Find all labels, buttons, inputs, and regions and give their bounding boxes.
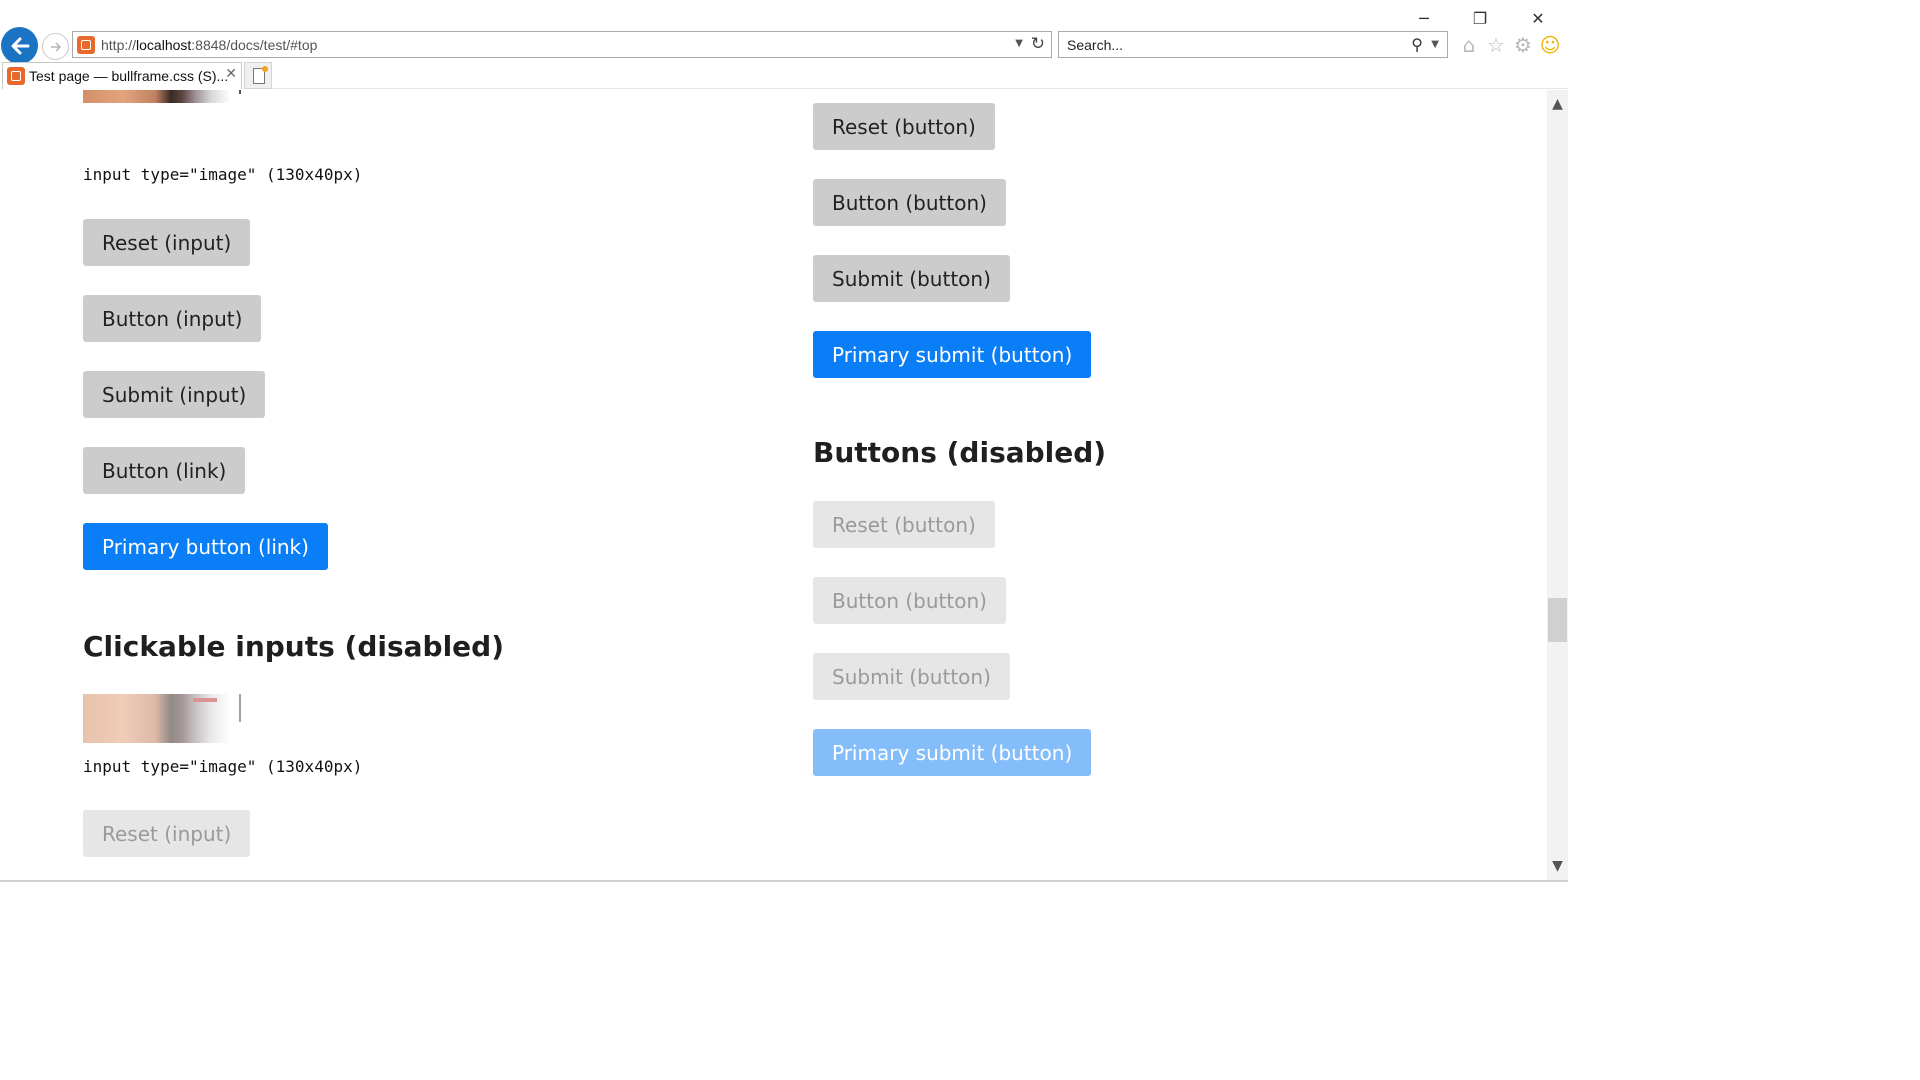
window-bottom-border <box>0 880 1568 882</box>
buttons-disabled-heading: Buttons (disabled) <box>813 436 1107 469</box>
close-window-button[interactable]: ✕ <box>1518 6 1558 30</box>
page-viewport: input type="image" (130x40px) Reset (inp… <box>0 90 1547 880</box>
button-link[interactable]: Button (link) <box>83 447 246 494</box>
new-tab-button[interactable] <box>244 62 272 89</box>
url-text[interactable]: http://localhost:8848/docs/test/#top <box>101 37 317 53</box>
scroll-up-icon[interactable]: ▲ <box>1547 94 1568 114</box>
tab-test-page[interactable]: Test page — bullframe.css (S)... ✕ <box>2 62 242 89</box>
search-dropdown-icon[interactable]: ▼ <box>1431 39 1439 50</box>
submit-input-button[interactable]: Submit (input) <box>83 371 266 418</box>
scroll-down-icon[interactable]: ▼ <box>1547 856 1568 876</box>
new-tab-icon <box>253 66 268 84</box>
url-host: localhost <box>136 37 192 53</box>
reset-button[interactable]: Reset (button) <box>813 103 995 150</box>
button-button[interactable]: Button (button) <box>813 179 1006 226</box>
primary-submit-button[interactable]: Primary submit (button) <box>813 331 1092 378</box>
forward-arrow-icon <box>50 41 61 52</box>
tab-favicon-icon <box>7 67 25 85</box>
button-button-disabled: Button (button) <box>813 577 1006 624</box>
tab-title: Test page — bullframe.css (S)... <box>29 68 229 84</box>
star-icon[interactable]: ☆ <box>1485 33 1507 57</box>
vertical-scrollbar[interactable]: ▲ ▼ <box>1547 90 1568 880</box>
forward-button[interactable] <box>42 33 69 60</box>
image-input-disabled <box>83 694 243 743</box>
restore-button[interactable]: ❐ <box>1460 6 1500 30</box>
image-input-label: input type="image" (130x40px) <box>83 165 363 184</box>
reset-button-disabled: Reset (button) <box>813 501 995 548</box>
submit-button[interactable]: Submit (button) <box>813 255 1010 302</box>
reset-input-button[interactable]: Reset (input) <box>83 219 251 266</box>
minimize-button[interactable]: ─ <box>1404 6 1444 30</box>
image-edge <box>239 694 241 722</box>
submit-button-disabled: Submit (button) <box>813 653 1010 700</box>
url-rest: :8848/docs/test/#top <box>191 37 318 53</box>
home-icon[interactable]: ⌂ <box>1458 33 1480 57</box>
gear-icon[interactable]: ⚙ <box>1512 33 1534 57</box>
back-arrow-icon <box>11 37 29 54</box>
tab-close-icon[interactable]: ✕ <box>225 66 237 82</box>
site-favicon-icon <box>77 36 95 54</box>
url-prefix: http:// <box>101 37 137 53</box>
clickable-inputs-disabled-heading: Clickable inputs (disabled) <box>83 630 505 663</box>
reset-input-disabled-button: Reset (input) <box>83 810 251 857</box>
image-input[interactable] <box>83 90 243 103</box>
browser-chrome: ─ ❐ ✕ http://localhost:8848/docs/test/#t… <box>0 0 1568 90</box>
search-box[interactable]: ⚲ ▼ <box>1058 31 1448 58</box>
address-bar[interactable]: http://localhost:8848/docs/test/#top ▼ ↻ <box>72 31 1052 58</box>
button-input-button[interactable]: Button (input) <box>83 295 262 342</box>
tab-row: Test page — bullframe.css (S)... ✕ <box>0 62 1568 90</box>
scroll-thumb[interactable] <box>1548 598 1567 642</box>
search-icon[interactable]: ⚲ <box>1411 35 1423 54</box>
address-dropdown-icon[interactable]: ▼ <box>1015 38 1023 49</box>
back-button[interactable] <box>1 27 38 64</box>
search-input[interactable] <box>1065 35 1389 55</box>
disabled-image-input-label: input type="image" (130x40px) <box>83 757 363 776</box>
primary-button-link[interactable]: Primary button (link) <box>83 523 328 570</box>
refresh-icon[interactable]: ↻ <box>1031 34 1045 54</box>
tab-row-divider <box>272 88 1568 89</box>
primary-submit-button-disabled: Primary submit (button) <box>813 729 1092 776</box>
smiley-icon[interactable]: ☺ <box>1539 33 1561 57</box>
image-edge <box>239 90 241 94</box>
